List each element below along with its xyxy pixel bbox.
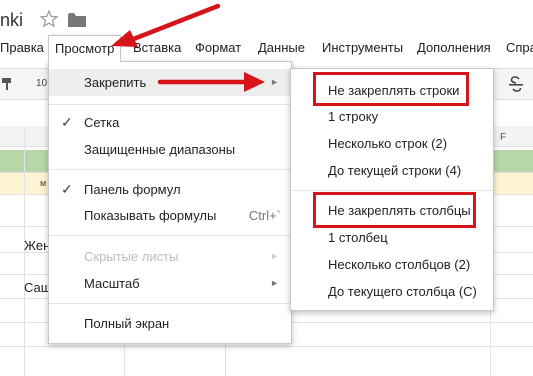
submenu-arrow-icon: ►: [270, 77, 279, 87]
strikethrough-icon[interactable]: [509, 76, 523, 92]
annotation-box-cols: [313, 192, 476, 228]
submenu-item-1-row[interactable]: 1 строку: [291, 103, 493, 130]
submenu-arrow-icon: ►: [270, 251, 279, 261]
check-icon: ✓: [61, 114, 73, 130]
menu-tools[interactable]: Инструменты: [322, 36, 403, 60]
submenu-item-current-col[interactable]: До текущего столбца (C): [291, 278, 493, 305]
menu-edit[interactable]: Правка: [0, 36, 44, 60]
star-icon[interactable]: [39, 9, 59, 29]
submenu-item-2-cols[interactable]: Несколько столбцов (2): [291, 251, 493, 278]
cell-yellow-text: м: [40, 178, 47, 188]
column-f-header[interactable]: F: [500, 132, 506, 143]
submenu-item-2-rows[interactable]: Несколько строк (2): [291, 130, 493, 157]
menu-item-zoom[interactable]: Масштаб ►: [49, 270, 291, 297]
check-icon: ✓: [61, 181, 73, 197]
menu-item-formula-bar[interactable]: ✓ Панель формул: [49, 176, 291, 203]
menu-item-protected-ranges[interactable]: Защищенные диапазоны: [49, 136, 291, 163]
menu-view[interactable]: Просмотр: [48, 35, 122, 62]
submenu-item-current-row[interactable]: До текущей строки (4): [291, 157, 493, 184]
menu-item-fullscreen[interactable]: Полный экран: [49, 310, 291, 337]
submenu-item-1-col[interactable]: 1 столбец: [291, 224, 493, 251]
menu-item-hidden-sheets: Скрытые листы ►: [49, 243, 291, 270]
cell-zhen[interactable]: Жен: [24, 238, 50, 253]
folder-icon[interactable]: [68, 13, 86, 27]
view-menu: Закрепить ► ✓ Сетка Защищенные диапазоны…: [48, 61, 292, 344]
menu-addons[interactable]: Дополнения: [417, 36, 491, 60]
menu-bar: Правка Просмотр Вставка Формат Данные Ин…: [0, 35, 533, 62]
menu-item-show-formulas[interactable]: Показывать формулы Ctrl+`: [49, 202, 291, 229]
menu-data[interactable]: Данные: [258, 36, 305, 60]
menu-help[interactable]: Спра: [506, 36, 533, 60]
submenu-arrow-icon: ►: [270, 278, 279, 288]
menu-item-gridlines[interactable]: ✓ Сетка: [49, 109, 291, 136]
annotation-box-rows: [313, 72, 469, 106]
menu-item-freeze[interactable]: Закрепить ►: [49, 69, 291, 96]
document-title[interactable]: nki: [0, 10, 23, 31]
paint-format-icon[interactable]: [2, 78, 12, 90]
menu-format[interactable]: Формат: [195, 36, 241, 60]
menu-insert[interactable]: Вставка: [133, 36, 181, 60]
font-size-field[interactable]: 10: [36, 78, 47, 89]
